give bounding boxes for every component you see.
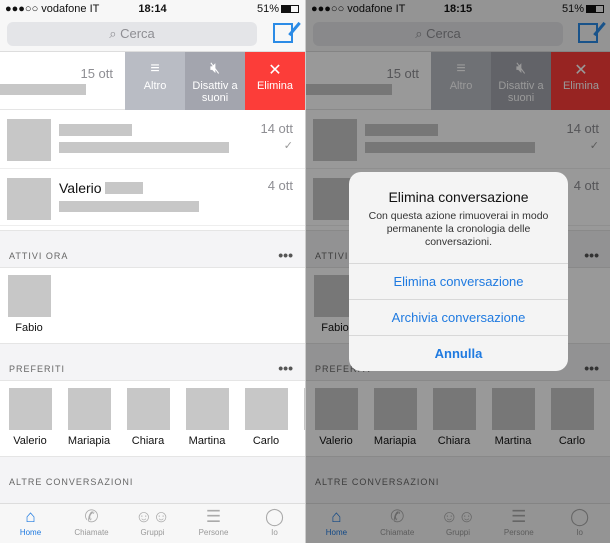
more-icon[interactable]: ••• [278,247,293,263]
redacted-preview [59,201,199,212]
more-button[interactable]: ≡ Altro [125,52,185,110]
read-check-icon: ✓ [283,140,293,152]
phone-screen: ●●●○○ vodafone IT 18:14 51% ⌕ Cerca 15 o… [0,0,305,543]
tab-label: Chiamate [74,528,109,537]
swiped-conversation-row[interactable]: 15 ott ≡ Altro 🔇︎ Disattiv a suoni ✕ Elimin… [0,52,305,110]
cancel-button[interactable]: Annulla [349,335,568,371]
mute-label: Disattiv a suoni [192,80,238,104]
tab-calls[interactable]: ✆ Chiamate [61,504,122,543]
avatar [126,388,170,430]
tab-label: Gruppi [140,528,165,537]
close-icon: ✕ [268,62,282,79]
avatar [185,388,229,430]
delete-dialog: Elimina conversazione Con questa azione r… [349,172,568,371]
contact-name: Carlo [252,435,280,447]
favorite-contact[interactable]: Martina [184,388,230,447]
conversation-date: 14 ott [260,121,293,136]
contact-name: Fabio [15,322,43,334]
avatar [7,119,51,161]
section-favorites: PREFERITI ••• [0,343,305,381]
more-icon[interactable]: ••• [278,360,293,376]
status-bar: ●●●○○ vodafone IT 18:14 51% [0,0,305,18]
more-label: Altro [143,80,167,92]
avatar [244,388,288,430]
mute-button[interactable]: 🔇︎ Disattiv a suoni [185,52,245,110]
battery-icon [281,5,299,13]
dialog-message: Con questa azione rimuoverai in modo per… [368,210,549,248]
avatar [7,178,51,220]
avatar [8,388,52,430]
profile-icon: ◯ [264,507,285,526]
compose-icon[interactable] [273,23,293,43]
section-title: ALTRE CONVERSAZIONI [9,477,134,487]
dialog-title: Elimina conversazione [388,189,529,205]
favorite-contact[interactable]: Chiara [125,388,171,447]
contact-name: Mariapia [67,435,111,447]
search-placeholder: Cerca [120,26,155,41]
conversation-row[interactable]: Valerio 4 ott [0,170,305,226]
search-icon: ⌕ [109,26,121,41]
contact-name: Martina [188,435,226,447]
redacted-name [59,124,132,136]
avatar [67,388,111,430]
favorite-contact[interactable]: Mariapia [66,388,112,447]
avatar [7,275,51,317]
section-title: PREFERITI [9,364,66,374]
tab-me[interactable]: ◯ Io [244,504,305,543]
delete-conversation-button[interactable]: Elimina conversazione [349,263,568,299]
menu-icon: ≡ [150,60,160,77]
battery-level: 51% [256,3,279,15]
redacted-surname [105,182,143,194]
battery: 51% [257,3,299,15]
conversation-date: 15 ott [80,66,113,81]
mute-icon: 🔇︎ [209,60,221,77]
phone-icon: ✆ [84,507,99,526]
archive-conversation-button[interactable]: Archivia conversazione [349,299,568,335]
delete-label: Elimina [256,80,294,92]
contact-name: Chiara [131,435,165,447]
search-input[interactable]: ⌕ Cerca [7,22,257,46]
section-active-now: ATTIVI ORA ••• [0,230,305,268]
home-icon: ⌂ [25,507,36,526]
section-title: ATTIVI ORA [9,251,69,261]
redacted-preview [59,142,229,153]
groups-icon: ☺☺ [135,507,170,526]
tab-bar: ⌂ Home ✆ Chiamate ☺☺ Gruppi ☰ Persone ◯ Io [0,503,305,543]
tab-people[interactable]: ☰ Persone [183,504,244,543]
redacted-preview [0,84,86,95]
tab-label: Home [19,528,42,537]
section-other: ALTRE CONVERSAZIONI [0,456,305,504]
tab-label: Persone [198,528,229,537]
active-contact[interactable]: Fabio [6,275,52,334]
conversation-row[interactable]: 14 ott ✓ [0,113,305,169]
conversation-name: Valerio [59,180,102,196]
phone-screen-with-dialog: ●●●○○ vodafone IT 18:15 51% ⌕ Cerca 15 o… [305,0,610,543]
contact-name: Valerio [13,435,47,447]
header: ⌕ Cerca [0,18,305,52]
tab-home[interactable]: ⌂ Home [0,504,61,543]
conversation-date: 4 ott [267,178,293,193]
favorite-contact[interactable]: Carlo [243,388,289,447]
favorite-contact[interactable]: Valerio [7,388,53,447]
delete-button[interactable]: ✕ Elimina [245,52,305,110]
list-icon: ☰ [205,507,222,526]
tab-groups[interactable]: ☺☺ Gruppi [122,504,183,543]
tab-label: Io [271,528,278,537]
